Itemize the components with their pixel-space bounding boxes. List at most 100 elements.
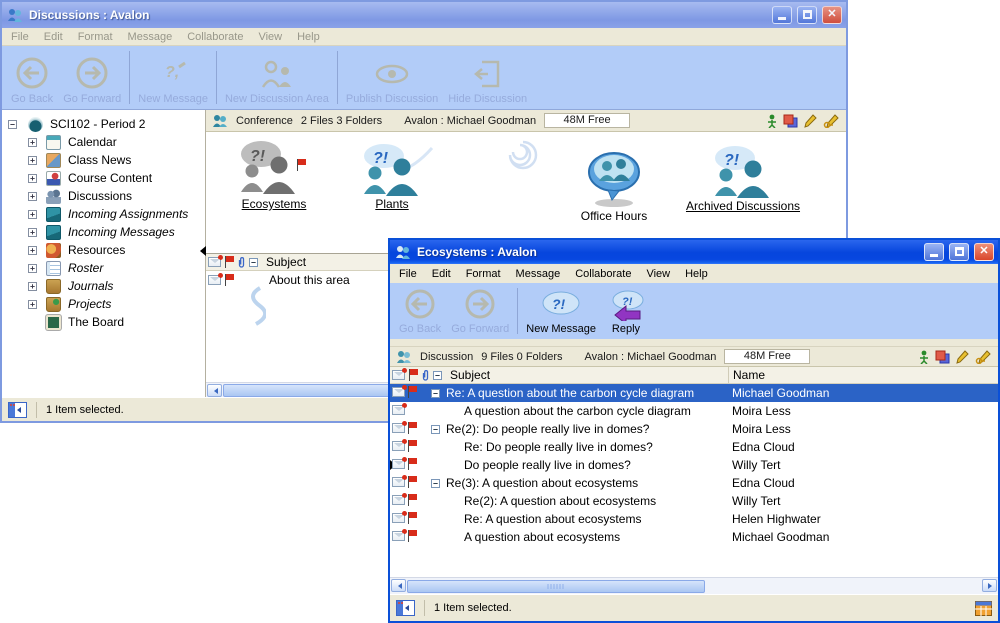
maximize-button[interactable]	[797, 6, 817, 24]
maximize-button[interactable]	[949, 243, 969, 261]
expand-box-icon[interactable]: +	[28, 282, 37, 291]
subject-text-wrap: −Re(3): A question about ecosystems	[431, 476, 638, 490]
hide-discussion-button[interactable]: Hide Discussion	[443, 48, 532, 107]
menu-item-format[interactable]: Format	[78, 31, 113, 43]
menu-item-file[interactable]: File	[399, 268, 417, 280]
tree-item-incoming-assignments[interactable]: +Incoming Assignments	[2, 205, 205, 223]
message-row[interactable]: −Re(3): A question about ecosystemsEdna …	[390, 474, 998, 492]
menu-item-view[interactable]: View	[646, 268, 670, 280]
conference-item-ecosystems[interactable]: ?! Ecosystems	[220, 138, 328, 211]
subject-column-header[interactable]: Subject	[450, 368, 490, 382]
message-row[interactable]: −Re(2): Do people really live in domes?M…	[390, 420, 998, 438]
message-row[interactable]: Re: A question about ecosystemsHelen Hig…	[390, 510, 998, 528]
collapse-box-icon[interactable]: −	[431, 425, 440, 434]
expand-box-icon[interactable]: +	[28, 138, 37, 147]
green-person-icon[interactable]	[919, 350, 929, 364]
collapse-box-icon[interactable]: −	[431, 389, 440, 398]
message-row[interactable]: A question about ecosystemsMichael Goodm…	[390, 528, 998, 546]
publish-discussion-button[interactable]: Publish Discussion	[341, 48, 443, 107]
menu-item-collaborate[interactable]: Collaborate	[187, 31, 243, 43]
scroll-left-arrow[interactable]	[391, 579, 406, 592]
expand-box-icon[interactable]: +	[28, 210, 37, 219]
expand-box-icon[interactable]: +	[28, 264, 37, 273]
minimize-button[interactable]	[772, 6, 792, 24]
pencil-key-icon[interactable]	[823, 114, 840, 128]
menu-item-edit[interactable]: Edit	[44, 31, 63, 43]
menu-item-help[interactable]: Help	[297, 31, 320, 43]
name-cell: Willy Tert	[728, 492, 998, 510]
conference-item-archived-discussions[interactable]: ?! Archived Discussions	[668, 144, 818, 213]
close-button[interactable]: ✕	[974, 243, 994, 261]
expand-box-icon[interactable]: +	[28, 174, 37, 183]
tree-item-incoming-messages[interactable]: +Incoming Messages	[2, 223, 205, 241]
subject-column-header[interactable]: Subject	[266, 255, 306, 269]
titlebar-discussions[interactable]: Discussions : Avalon ✕	[2, 2, 846, 28]
new-message-button[interactable]: ?! New Message	[521, 285, 601, 337]
pencil-icon[interactable]	[804, 114, 817, 128]
toolbar-separator	[517, 288, 518, 334]
collapse-box-icon[interactable]: −	[8, 120, 17, 129]
collapse-box-icon[interactable]: −	[249, 258, 258, 267]
menu-item-edit[interactable]: Edit	[432, 268, 451, 280]
reply-button[interactable]: ?! Reply	[601, 285, 651, 337]
tree-item-calendar[interactable]: +Calendar	[2, 133, 205, 151]
tree-item-discussions[interactable]: +Discussions	[2, 187, 205, 205]
new-message-button[interactable]: ?, New Message	[133, 48, 213, 107]
message-subject: A question about ecosystems	[464, 530, 620, 544]
menu-item-help[interactable]: Help	[685, 268, 708, 280]
expand-box-icon[interactable]: +	[28, 300, 37, 309]
go-forward-button[interactable]: Go Forward	[58, 48, 126, 107]
titlebar-ecosystems[interactable]: Ecosystems : Avalon ✕	[390, 240, 998, 264]
go-back-button[interactable]: Go Back	[6, 48, 58, 107]
grid-view-icon[interactable]	[975, 601, 992, 616]
message-row[interactable]: Re: Do people really live in domes?Edna …	[390, 438, 998, 456]
expand-box-icon[interactable]: +	[28, 246, 37, 255]
scrollbar-thumb[interactable]	[407, 580, 705, 593]
menu-item-collaborate[interactable]: Collaborate	[575, 268, 631, 280]
menu-item-format[interactable]: Format	[466, 268, 501, 280]
conference-item-office-hours[interactable]: Office Hours	[556, 150, 672, 223]
menu-item-file[interactable]: File	[11, 31, 29, 43]
tree-item-class-news[interactable]: +Class News	[2, 151, 205, 169]
tree-item-resources[interactable]: +Resources	[2, 241, 205, 259]
paperclip-icon	[421, 369, 430, 382]
message-list-header[interactable]: − Subject Name	[390, 367, 998, 384]
pencil-key-icon[interactable]	[975, 350, 992, 364]
expand-box-icon[interactable]: +	[28, 228, 37, 237]
tree-item-root[interactable]: −SCI102 - Period 2	[2, 115, 205, 133]
scroll-left-arrow[interactable]	[207, 384, 222, 397]
conference-item-plants[interactable]: ?! Plants	[338, 142, 446, 211]
green-person-icon[interactable]	[767, 114, 777, 128]
scroll-right-arrow[interactable]	[982, 579, 997, 592]
menu-item-message[interactable]: Message	[128, 31, 173, 43]
message-row[interactable]: A question about the carbon cycle diagra…	[390, 402, 998, 420]
panel-toggle-icon[interactable]	[396, 600, 415, 616]
tree-item-journals[interactable]: +Journals	[2, 277, 205, 295]
tree-item-the-board[interactable]: The Board	[2, 313, 205, 331]
expand-box-icon[interactable]: +	[28, 192, 37, 201]
menu-item-message[interactable]: Message	[516, 268, 561, 280]
new-discussion-area-button[interactable]: New Discussion Area	[220, 48, 334, 107]
close-button[interactable]: ✕	[822, 6, 842, 24]
expand-box-icon[interactable]: +	[28, 156, 37, 165]
tree-item-course-content[interactable]: +Course Content	[2, 169, 205, 187]
collapse-box-icon[interactable]: −	[431, 479, 440, 488]
menu-item-view[interactable]: View	[258, 31, 282, 43]
tree-item-roster[interactable]: + Roster	[2, 259, 205, 277]
message-row[interactable]: Re(2): A question about ecosystemsWilly …	[390, 492, 998, 510]
pencil-icon[interactable]	[956, 350, 969, 364]
pane-splitter-arrow[interactable]	[195, 246, 206, 256]
go-forward-button[interactable]: Go Forward	[446, 285, 514, 337]
name-column-header[interactable]: Name	[728, 367, 998, 383]
minimize-button[interactable]	[924, 243, 944, 261]
message-row[interactable]: −Re: A question about the carbon cycle d…	[390, 384, 998, 402]
red-blue-squares-icon[interactable]	[783, 114, 798, 128]
horizontal-scrollbar[interactable]	[390, 577, 998, 594]
go-back-button[interactable]: Go Back	[394, 285, 446, 337]
collapse-box-icon[interactable]: −	[433, 371, 442, 380]
panel-toggle-icon[interactable]	[8, 402, 27, 418]
tree-item-label: Roster	[68, 261, 103, 275]
tree-item-projects[interactable]: +Projects	[2, 295, 205, 313]
message-row[interactable]: Do people really live in domes?Willy Ter…	[390, 456, 998, 474]
red-blue-squares-icon[interactable]	[935, 350, 950, 364]
